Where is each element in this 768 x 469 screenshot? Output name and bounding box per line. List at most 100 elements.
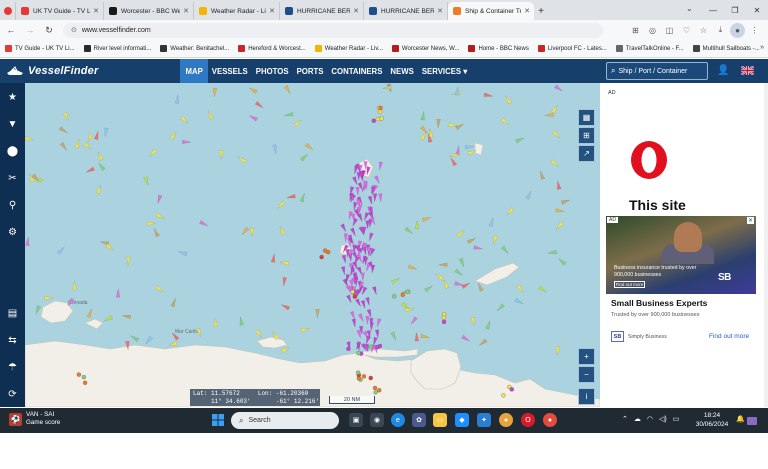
vessel-dot[interactable] [356, 351, 361, 356]
close-icon[interactable]: ✕ [183, 7, 189, 15]
vessel-dot[interactable] [373, 390, 378, 395]
vessel-dot[interactable] [372, 385, 378, 391]
ad-headline[interactable]: This site [629, 197, 686, 213]
site-logo[interactable]: VesselFinder [6, 65, 98, 77]
news-widget[interactable]: ⚽ VAN - SAI Game score [9, 411, 60, 427]
browser-tab[interactable]: Worcester - BBC Weather ✕ [104, 2, 194, 20]
bookmark-item[interactable]: Multihull Sailboats -... [692, 45, 760, 52]
chrome-alt-icon[interactable]: ● [543, 413, 557, 427]
tab-search-icon[interactable]: ⌄ [686, 4, 698, 16]
nav-services[interactable]: SERVICES ▾ [418, 59, 471, 83]
vessel-dot[interactable] [368, 344, 373, 349]
nav-ports[interactable]: PORTS [293, 59, 328, 83]
copilot-tray-icon[interactable] [747, 417, 757, 425]
ad-title[interactable]: Small Business Experts [611, 298, 707, 308]
vessel-dot[interactable] [392, 294, 397, 299]
filter-icon[interactable]: ▼ [4, 116, 21, 132]
browser-tab[interactable]: UK TV Guide - TV Listings ✕ [16, 2, 104, 20]
vessel-dot[interactable] [378, 109, 383, 114]
maximize-icon[interactable]: ❐ [724, 0, 746, 20]
close-icon[interactable]: ✕ [437, 7, 443, 15]
nav-news[interactable]: NEWS [386, 59, 417, 83]
vessel-dot[interactable] [76, 372, 82, 377]
vessel-dot[interactable] [371, 118, 376, 123]
settings-icon[interactable]: ⚙ [4, 224, 21, 240]
vessel-dot[interactable] [368, 375, 373, 381]
ad-close-icon[interactable]: ✕ [746, 217, 754, 224]
more-bookmarks-icon[interactable]: » [760, 44, 764, 51]
opera-taskbar-icon[interactable]: O [521, 413, 535, 427]
map-layers-icon[interactable]: ▦ [578, 109, 595, 126]
profile-icon[interactable]: ● [730, 22, 745, 38]
bookmark-item[interactable]: TV Guide - UK TV Li... [5, 45, 75, 52]
extensions-icon[interactable]: ◫ [662, 23, 677, 38]
vessel-dot[interactable] [355, 370, 361, 375]
close-icon[interactable]: ✕ [93, 7, 99, 15]
uk-flag-icon[interactable] [741, 66, 754, 75]
weather-icon[interactable]: ☂ [4, 359, 21, 375]
vessel-dot[interactable] [442, 311, 447, 317]
star-icon[interactable]: ★ [4, 89, 21, 105]
battery-icon[interactable]: ▭ [673, 415, 680, 423]
clock[interactable]: 18:24 30/06/2024 [692, 411, 732, 429]
ad-cta-link[interactable]: Find out more [709, 333, 749, 340]
vessel-dot[interactable] [405, 289, 410, 294]
browser-tab[interactable]: Weather Radar - Live UK ✕ [194, 2, 280, 20]
vessel-dot[interactable] [379, 116, 384, 121]
heart-icon[interactable]: ♡ [679, 23, 694, 38]
edge-icon[interactable]: e [391, 413, 405, 427]
vessel-map[interactable]: Grenada Mar Caribe ▦ ⊞ ↗ + − i Lat: 11.5… [25, 83, 600, 407]
bookmark-item[interactable]: Liverpool FC - Lates... [537, 45, 607, 52]
taskbar-search[interactable]: ⌕ Search [231, 412, 339, 429]
location-pin-icon[interactable]: ⬤ [4, 143, 21, 159]
forward-icon[interactable]: → [22, 22, 38, 38]
route-icon[interactable]: ✂ [4, 170, 21, 186]
ad-banner-button[interactable]: Find out more [614, 281, 645, 288]
wifi-icon[interactable]: ◠ [647, 415, 653, 423]
cloud-icon[interactable]: ☁ [634, 415, 641, 423]
nav-vessels[interactable]: VESSELS [208, 59, 252, 83]
vessel-dot[interactable] [354, 290, 359, 295]
file-explorer-icon[interactable]: ▭ [433, 413, 447, 427]
close-window-icon[interactable]: ✕ [746, 0, 768, 20]
track-icon[interactable]: ⚲ [4, 197, 21, 213]
camera-icon[interactable]: ◎ [645, 23, 660, 38]
ports-icon[interactable]: ⇆ [4, 332, 21, 348]
new-tab-button[interactable]: + [534, 2, 548, 20]
zoom-out-button[interactable]: − [578, 366, 595, 383]
zoom-in-button[interactable]: + [578, 348, 595, 365]
wind-icon[interactable]: ↗ [578, 145, 595, 162]
bookmark-item[interactable]: Weather Radar - Liv... [314, 45, 383, 52]
menu-icon[interactable]: ⋮ [747, 23, 762, 38]
close-icon[interactable]: ✕ [353, 7, 359, 15]
vessel-dot[interactable] [378, 105, 383, 111]
bookmark-icon[interactable]: ☆ [696, 23, 711, 38]
vessel-dot[interactable] [400, 292, 405, 297]
nav-containers[interactable]: CONTAINERS [327, 59, 386, 83]
vessel-dot[interactable] [375, 117, 381, 122]
vessel-dot[interactable] [509, 387, 514, 392]
bookmark-item[interactable]: Home - BBC News [468, 45, 529, 52]
chrome-icon[interactable]: ● [499, 413, 513, 427]
info-button[interactable]: i [578, 388, 595, 405]
bookmark-item[interactable]: Worcester News, W... [391, 45, 459, 52]
site-info-icon[interactable]: ⊙ [71, 26, 77, 34]
vessel-dot[interactable] [441, 319, 447, 325]
vessel-dot[interactable] [81, 374, 87, 380]
vessel-dot[interactable] [326, 249, 331, 255]
store-icon[interactable]: ◆ [455, 413, 469, 427]
notification-bell-icon[interactable]: 🔔 [736, 415, 745, 425]
map-canvas[interactable]: Grenada Mar Caribe [25, 83, 600, 407]
windows-start-icon[interactable] [212, 414, 224, 426]
vessel-dot[interactable] [319, 254, 324, 260]
bookmark-item[interactable]: Weather: Benitachel... [160, 45, 229, 52]
nav-photos[interactable]: PHOTOS [252, 59, 293, 83]
vessel-dot[interactable] [377, 388, 382, 393]
back-icon[interactable]: ← [3, 22, 19, 38]
vessel-dot[interactable] [350, 289, 355, 295]
minimize-icon[interactable]: — [702, 0, 724, 20]
volume-icon[interactable]: ◁) [659, 415, 667, 423]
chat-icon[interactable]: ◉ [370, 413, 384, 427]
browser-tab[interactable]: HURRICANE BERYL ✕ [280, 2, 364, 20]
page-scrollbar[interactable] [764, 83, 768, 407]
